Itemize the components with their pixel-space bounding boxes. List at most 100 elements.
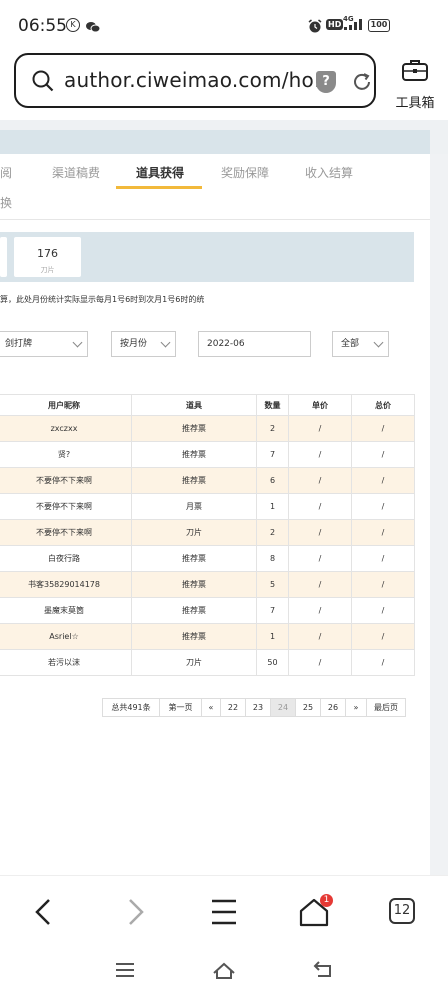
pagination-first-button[interactable]: 第一页 (159, 698, 202, 717)
recents-icon[interactable] (112, 959, 138, 981)
system-home-icon[interactable] (211, 959, 237, 981)
cell-total: / (351, 493, 415, 520)
pagination-current-page[interactable]: 24 (270, 698, 296, 717)
browser-toolbar: author.ciweimao.com/ho… ? 工具箱 (0, 50, 448, 120)
tab-reading[interactable]: 阅 (0, 164, 12, 181)
alarm-icon (308, 18, 322, 33)
cell-unit-price: / (288, 467, 352, 494)
col-header-unit-price: 单价 (288, 394, 352, 416)
cell-total: / (351, 519, 415, 546)
cell-item: 推荐票 (131, 441, 257, 468)
url-bar[interactable]: author.ciweimao.com/ho… ? (14, 53, 376, 108)
month-notice: 算，此处月份统计实际显示每月1号6时到次月1号6时的统 (0, 295, 205, 304)
tab-channel-fee[interactable]: 渠道稿费 (52, 164, 100, 181)
url-text[interactable]: author.ciweimao.com/ho… (64, 68, 334, 92)
pagination-page[interactable]: 22 (220, 698, 246, 717)
cell-quantity: 7 (256, 597, 289, 624)
cell-unit-price: / (288, 571, 352, 598)
period-type-value: 按月份 (120, 339, 148, 349)
col-header-item: 道具 (131, 394, 257, 416)
scope-select[interactable]: 全部 (332, 331, 389, 357)
cell-nickname: 不要停不下来啊 (0, 493, 132, 520)
cell-nickname: 若污以沫 (0, 649, 132, 676)
toolbox-label: 工具箱 (395, 96, 435, 111)
cell-total: / (351, 623, 415, 650)
stat-card-blades: 176 刀片 (14, 237, 81, 277)
tab-income-settlement[interactable]: 收入结算 (305, 164, 353, 181)
cell-nickname: 白夜行路 (0, 545, 132, 572)
table-row: 白夜行路 推荐票 8 / / (0, 545, 415, 572)
table-row: 若污以沫 刀片 50 / / (0, 649, 415, 676)
cell-nickname: 贤? (0, 441, 132, 468)
cell-total: / (351, 441, 415, 468)
active-tab-indicator (116, 186, 202, 189)
month-input-value: 2022-06 (207, 339, 245, 349)
cell-unit-price: / (288, 441, 352, 468)
cell-unit-price: / (288, 415, 352, 442)
pagination-last-button[interactable]: 最后页 (366, 698, 406, 717)
cell-nickname: 不要停不下来啊 (0, 519, 132, 546)
cell-quantity: 1 (256, 493, 289, 520)
table-row: Asriel☆ 推荐票 1 / / (0, 623, 415, 650)
menu-icon[interactable] (204, 892, 244, 932)
cell-total: / (351, 545, 415, 572)
pagination-next-button[interactable]: » (345, 698, 367, 717)
pagination-total: 总共491条 (102, 698, 160, 717)
period-type-select[interactable]: 按月份 (111, 331, 176, 357)
book-select[interactable]: 剑打牌 (0, 331, 88, 357)
cell-item: 刀片 (131, 519, 257, 546)
stat-value: 176 (37, 247, 58, 260)
pagination-prev-button[interactable]: « (201, 698, 221, 717)
forward-icon[interactable] (115, 892, 155, 932)
book-select-value: 剑打牌 (5, 339, 33, 349)
tabs-count-button[interactable]: 12 (389, 898, 415, 924)
cell-nickname: zxczxx (0, 415, 132, 442)
security-shield-icon[interactable]: ? (316, 71, 336, 93)
cell-total: / (351, 467, 415, 494)
cell-quantity: 7 (256, 441, 289, 468)
cell-item: 推荐票 (131, 415, 257, 442)
cell-unit-price: / (288, 649, 352, 676)
income-tabs: 阅 渠道稿费 道具获得 奖励保障 收入结算 换 (0, 154, 430, 220)
cell-item: 月票 (131, 493, 257, 520)
battery-icon: 100 (368, 19, 390, 32)
cell-total: / (351, 571, 415, 598)
cell-quantity: 6 (256, 467, 289, 494)
cell-total: / (351, 649, 415, 676)
cell-quantity: 1 (256, 623, 289, 650)
chevron-down-icon (373, 337, 384, 348)
cell-nickname: 不要停不下来啊 (0, 467, 132, 494)
table-row: 墨魔末莫箇 推荐票 7 / / (0, 597, 415, 624)
toolbox-icon (402, 60, 428, 81)
toolbox-button[interactable]: 工具箱 (392, 56, 438, 111)
pagination-page[interactable]: 23 (245, 698, 271, 717)
content-panel: 阅 渠道稿费 道具获得 奖励保障 收入结算 换 176 刀片 算，此处月份统计实… (0, 154, 430, 875)
cell-total: / (351, 597, 415, 624)
cell-quantity: 2 (256, 519, 289, 546)
cell-unit-price: / (288, 623, 352, 650)
cell-nickname: Asriel☆ (0, 623, 132, 650)
cell-quantity: 5 (256, 571, 289, 598)
search-icon (32, 70, 54, 92)
web-content: 阅 渠道稿费 道具获得 奖励保障 收入结算 换 176 刀片 算，此处月份统计实… (0, 120, 448, 875)
tab-reward-guarantee[interactable]: 奖励保障 (221, 164, 269, 181)
tab-exchange[interactable]: 换 (0, 194, 12, 211)
month-input[interactable]: 2022-06 (198, 331, 311, 357)
table-row: 不要停不下来啊 推荐票 6 / / (0, 467, 415, 494)
page-right-gutter (430, 154, 448, 875)
reload-icon[interactable] (351, 71, 373, 93)
back-icon[interactable] (24, 892, 64, 932)
pagination-page[interactable]: 26 (320, 698, 346, 717)
stat-label: 刀片 (40, 266, 55, 274)
tab-item-earnings[interactable]: 道具获得 (136, 164, 184, 181)
cell-quantity: 50 (256, 649, 289, 676)
table-row: 书客35829014178 推荐票 5 / / (0, 571, 415, 598)
stat-card-partial (0, 237, 7, 277)
item-earnings-table: 用户昵称 道具 数量 单价 总价 zxczxx 推荐票 2 / / 贤? 推荐票 (0, 394, 415, 676)
pagination-page[interactable]: 25 (295, 698, 321, 717)
cell-nickname: 墨魔末莫箇 (0, 597, 132, 624)
table-header-row: 用户昵称 道具 数量 单价 总价 (0, 394, 415, 416)
status-time: 06:55 (18, 16, 67, 36)
browser-bottom-nav: 1 12 (0, 875, 448, 945)
system-back-icon[interactable] (310, 959, 336, 981)
